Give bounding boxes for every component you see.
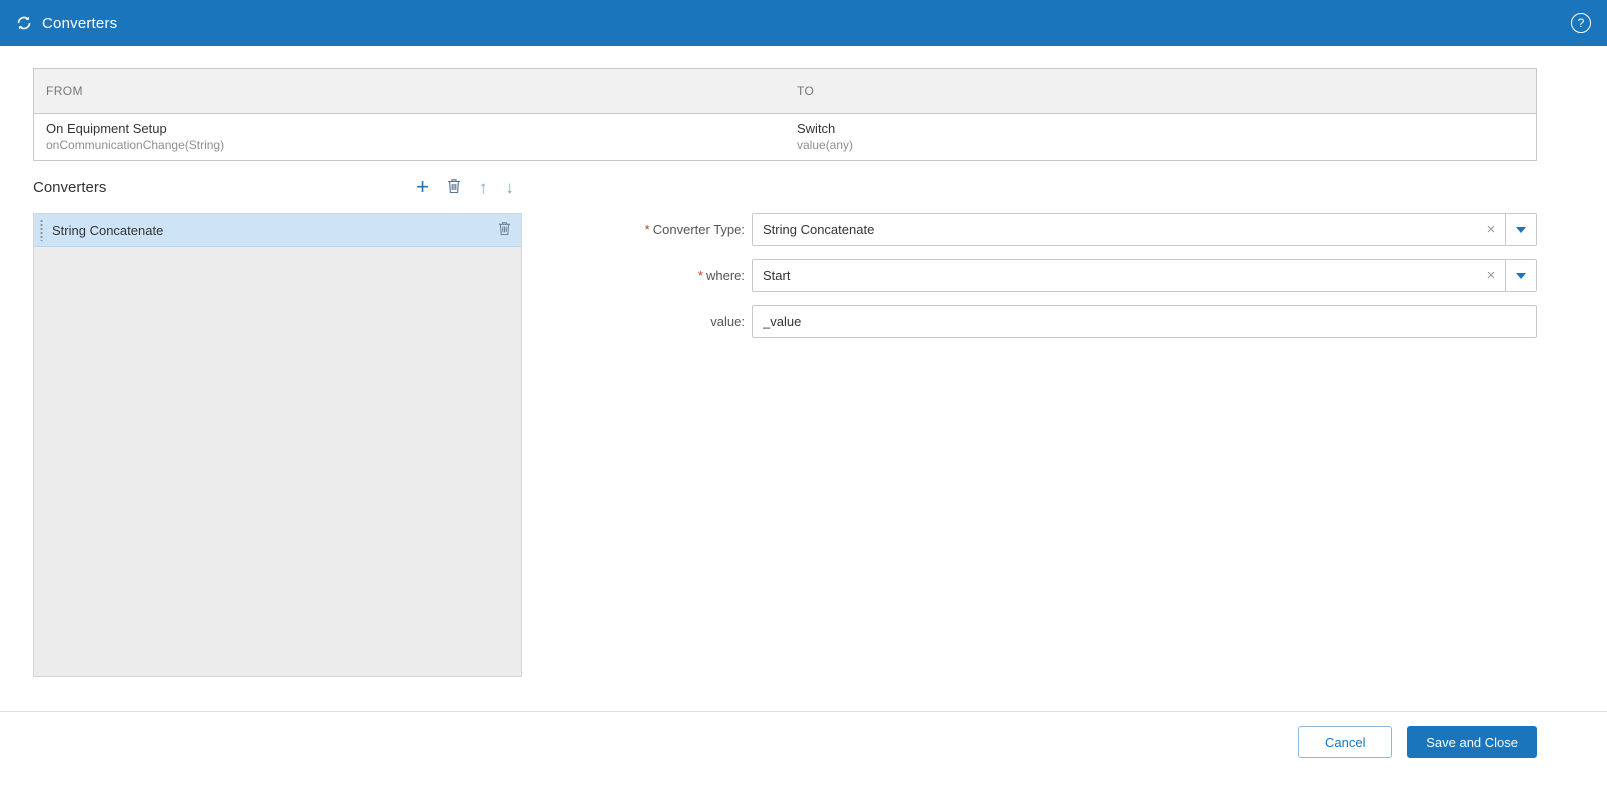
form-row-value: value: [522,305,1537,338]
where-label: *where: [522,268,752,283]
list-item[interactable]: String Concatenate [34,214,521,247]
save-and-close-button[interactable]: Save and Close [1407,726,1537,758]
to-title: Switch [797,121,1524,136]
where-control: × [752,259,1537,292]
list-item-label: String Concatenate [52,223,498,238]
converter-type-control: × [752,213,1537,246]
from-title: On Equipment Setup [46,121,773,136]
move-down-button[interactable]: ↓ [506,179,515,196]
where-combobox: × [752,259,1537,292]
trash-icon [447,178,461,196]
converters-panel-title: Converters [33,179,106,196]
help-icon[interactable]: ? [1571,13,1591,33]
delete-item-button[interactable] [498,221,511,239]
content-area: FROM TO On Equipment Setup onCommunicati… [0,46,1607,677]
form-row-converter-type: *Converter Type: × [522,213,1537,246]
drag-handle-icon[interactable] [40,219,43,241]
mapping-table-header: FROM TO [34,69,1536,114]
column-header-from: FROM [34,69,785,113]
value-label: value: [522,314,752,329]
converters-toolbar: + ↑ ↓ [416,176,522,198]
from-detail: onCommunicationChange(String) [46,138,773,152]
table-row: On Equipment Setup onCommunicationChange… [34,114,1536,160]
converters-panel-header: Converters + ↑ ↓ [33,161,522,213]
converter-type-input[interactable] [753,214,1477,245]
converter-type-label: *Converter Type: [522,222,752,237]
where-input[interactable] [753,260,1477,291]
footer-bar: Cancel Save and Close [0,711,1607,788]
from-cell: On Equipment Setup onCommunicationChange… [34,114,785,160]
mapping-table: FROM TO On Equipment Setup onCommunicati… [33,68,1537,161]
move-up-button[interactable]: ↑ [479,179,488,196]
delete-converter-button[interactable] [447,178,461,196]
page-title: Converters [42,15,117,32]
converter-form: *Converter Type: × *where: [522,161,1537,677]
trash-icon [498,221,511,239]
cancel-button[interactable]: Cancel [1298,726,1392,758]
chevron-down-icon[interactable] [1505,214,1536,245]
converter-icon [16,15,32,31]
to-cell: Switch value(any) [785,114,1536,160]
form-row-where: *where: × [522,259,1537,292]
clear-icon[interactable]: × [1477,260,1505,291]
clear-icon[interactable]: × [1477,214,1505,245]
value-input[interactable] [752,305,1537,338]
required-marker: * [698,268,703,283]
converters-list: String Concatenate [33,213,522,677]
title-bar: Converters ? [0,0,1607,46]
main-area: Converters + ↑ ↓ [33,161,1537,677]
converter-type-combobox: × [752,213,1537,246]
value-control [752,305,1537,338]
column-header-to: TO [785,69,1536,113]
to-detail: value(any) [797,138,1524,152]
converters-list-section: Converters + ↑ ↓ [33,161,522,677]
required-marker: * [645,222,650,237]
add-converter-button[interactable]: + [416,176,429,198]
chevron-down-icon[interactable] [1505,260,1536,291]
